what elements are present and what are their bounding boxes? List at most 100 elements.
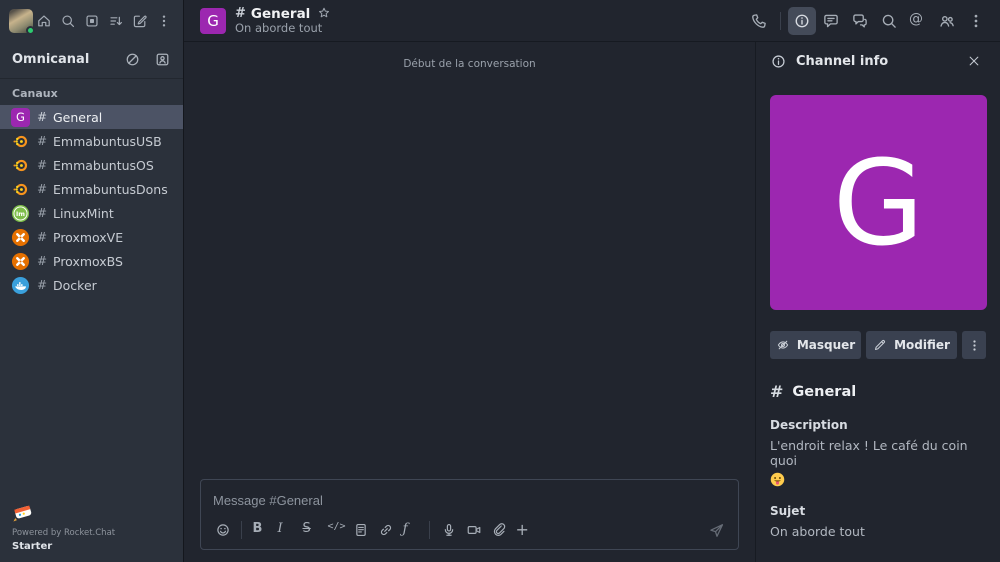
threads-icon[interactable] bbox=[817, 7, 845, 35]
sidebar-topbar-icons bbox=[33, 10, 175, 32]
description-value: L'endroit relax ! Le café du coin quoi bbox=[770, 438, 986, 487]
hash-icon: # bbox=[37, 206, 48, 220]
powered-by-label: Powered by Rocket.Chat bbox=[12, 528, 116, 538]
channel-header: G # General On aborde tout @ bbox=[184, 0, 1000, 42]
channel-info-panel: Channel info G Masquer Modifier # Genera… bbox=[755, 42, 1000, 562]
search-messages-icon[interactable] bbox=[875, 7, 903, 35]
favorite-star-icon[interactable] bbox=[317, 6, 332, 21]
hash-icon: # bbox=[37, 110, 48, 124]
channel-avatar-large: G bbox=[770, 95, 987, 310]
channel-title[interactable]: General bbox=[251, 6, 310, 22]
new-message-icon[interactable] bbox=[129, 10, 151, 32]
subject-label: Sujet bbox=[770, 504, 806, 518]
sidebar: Omnicanal Canaux G # General # Emmabuntu… bbox=[0, 0, 184, 562]
omnichannel-label: Omnicanal bbox=[12, 51, 90, 67]
divider bbox=[241, 521, 242, 539]
directory-icon[interactable] bbox=[81, 10, 103, 32]
video-message-icon[interactable] bbox=[461, 519, 486, 541]
divider bbox=[0, 78, 183, 79]
channel-titles: # General On aborde tout bbox=[235, 6, 332, 36]
channel-name: EmmabuntusDons bbox=[53, 181, 168, 197]
hide-button[interactable]: Masquer bbox=[770, 331, 861, 359]
italic-icon[interactable]: I bbox=[273, 519, 298, 541]
channel-name-row: # General bbox=[770, 382, 986, 401]
omnichannel-row: Omnicanal bbox=[0, 42, 183, 76]
message-area: Début de la conversation BIS</> ƒ + bbox=[184, 42, 755, 562]
kebab-menu-icon[interactable] bbox=[962, 331, 986, 359]
channel-avatar: G bbox=[200, 7, 226, 34]
link-icon[interactable] bbox=[373, 519, 398, 541]
audio-message-icon[interactable] bbox=[436, 519, 461, 541]
mentions-icon[interactable]: @ bbox=[904, 7, 932, 35]
channel-avatar: lm bbox=[11, 204, 30, 223]
hash-icon: # bbox=[37, 158, 48, 172]
eye-off-icon bbox=[776, 338, 790, 352]
channel-item-EmmabuntusOS[interactable]: # EmmabuntusOS bbox=[0, 153, 183, 177]
channel-item-General[interactable]: G # General bbox=[0, 105, 183, 129]
formatting-icons: B I S </> ƒ + bbox=[210, 519, 536, 541]
channel-item-EmmabuntusUSB[interactable]: # EmmabuntusUSB bbox=[0, 129, 183, 153]
kebab-menu-icon[interactable] bbox=[153, 10, 175, 32]
search-icon[interactable] bbox=[57, 10, 79, 32]
channel-item-ProxmoxBS[interactable]: # ProxmoxBS bbox=[0, 249, 183, 273]
strikethrough-icon[interactable]: S bbox=[298, 519, 323, 541]
main-column: G # General On aborde tout @ Début de la… bbox=[184, 0, 1000, 562]
composer-toolbar: B I S </> ƒ + bbox=[201, 517, 738, 549]
channel-item-EmmabuntusDons[interactable]: # EmmabuntusDons bbox=[0, 177, 183, 201]
channel-item-Docker[interactable]: # Docker bbox=[0, 273, 183, 297]
info-icon bbox=[770, 53, 787, 70]
discussions-icon[interactable] bbox=[846, 7, 874, 35]
bold-icon[interactable]: B bbox=[248, 519, 273, 541]
message-input[interactable] bbox=[201, 480, 738, 517]
channel-avatar bbox=[11, 180, 30, 199]
channel-name: Docker bbox=[53, 277, 97, 293]
emoji-icon[interactable] bbox=[210, 519, 235, 541]
omnichannel-toggle-icon[interactable] bbox=[121, 48, 143, 70]
inline-code-icon[interactable]: </> bbox=[323, 519, 348, 541]
channel-avatar bbox=[11, 132, 30, 151]
channel-name: EmmabuntusOS bbox=[53, 157, 154, 173]
subject-field: Sujet On aborde tout bbox=[770, 504, 986, 539]
user-avatar[interactable] bbox=[9, 9, 35, 35]
channel-info-icon[interactable] bbox=[788, 6, 816, 35]
close-icon[interactable] bbox=[962, 49, 986, 73]
attach-file-icon[interactable] bbox=[486, 519, 511, 541]
edit-button[interactable]: Modifier bbox=[866, 331, 957, 359]
channel-avatar: G bbox=[11, 107, 30, 127]
channel-avatar bbox=[11, 276, 30, 295]
channel-name: ProxmoxBS bbox=[53, 253, 123, 269]
panel-header: Channel info bbox=[756, 42, 1000, 80]
katex-icon[interactable]: ƒ bbox=[398, 519, 423, 541]
sidebar-topbar bbox=[0, 0, 183, 42]
contact-center-icon[interactable] bbox=[151, 48, 173, 70]
kebab-menu-icon[interactable] bbox=[962, 7, 990, 35]
multiline-icon[interactable] bbox=[348, 519, 373, 541]
send-icon[interactable] bbox=[703, 519, 729, 541]
home-icon[interactable] bbox=[33, 10, 55, 32]
pencil-icon bbox=[873, 338, 887, 352]
online-status-dot bbox=[26, 26, 35, 35]
hash-icon: # bbox=[37, 230, 48, 244]
divider bbox=[780, 11, 781, 30]
composer-container: BIS</> ƒ + bbox=[184, 479, 755, 562]
divider bbox=[429, 521, 430, 539]
hash-icon: # bbox=[770, 382, 784, 401]
hash-icon: # bbox=[37, 254, 48, 268]
sort-icon[interactable] bbox=[105, 10, 127, 32]
hash-icon: # bbox=[37, 278, 48, 292]
channel-item-LinuxMint[interactable]: lm # LinuxMint bbox=[0, 201, 183, 225]
panel-title: Channel info bbox=[796, 53, 889, 69]
channel-name: LinuxMint bbox=[53, 205, 114, 221]
channel-topic: On aborde tout bbox=[235, 20, 323, 35]
message-composer: BIS</> ƒ + bbox=[200, 479, 739, 550]
header-actions: @ bbox=[745, 6, 990, 35]
panel-body: G Masquer Modifier # General Description… bbox=[756, 80, 1000, 539]
channel-item-ProxmoxVE[interactable]: # ProxmoxVE bbox=[0, 225, 183, 249]
call-icon[interactable] bbox=[745, 7, 773, 35]
plan-label[interactable]: Starter bbox=[12, 541, 171, 552]
members-icon[interactable] bbox=[933, 7, 961, 35]
face-with-tongue-emoji bbox=[770, 472, 785, 487]
channel-avatar bbox=[11, 228, 30, 247]
channel-name: ProxmoxVE bbox=[53, 229, 124, 245]
plus-icon[interactable]: + bbox=[511, 519, 536, 541]
